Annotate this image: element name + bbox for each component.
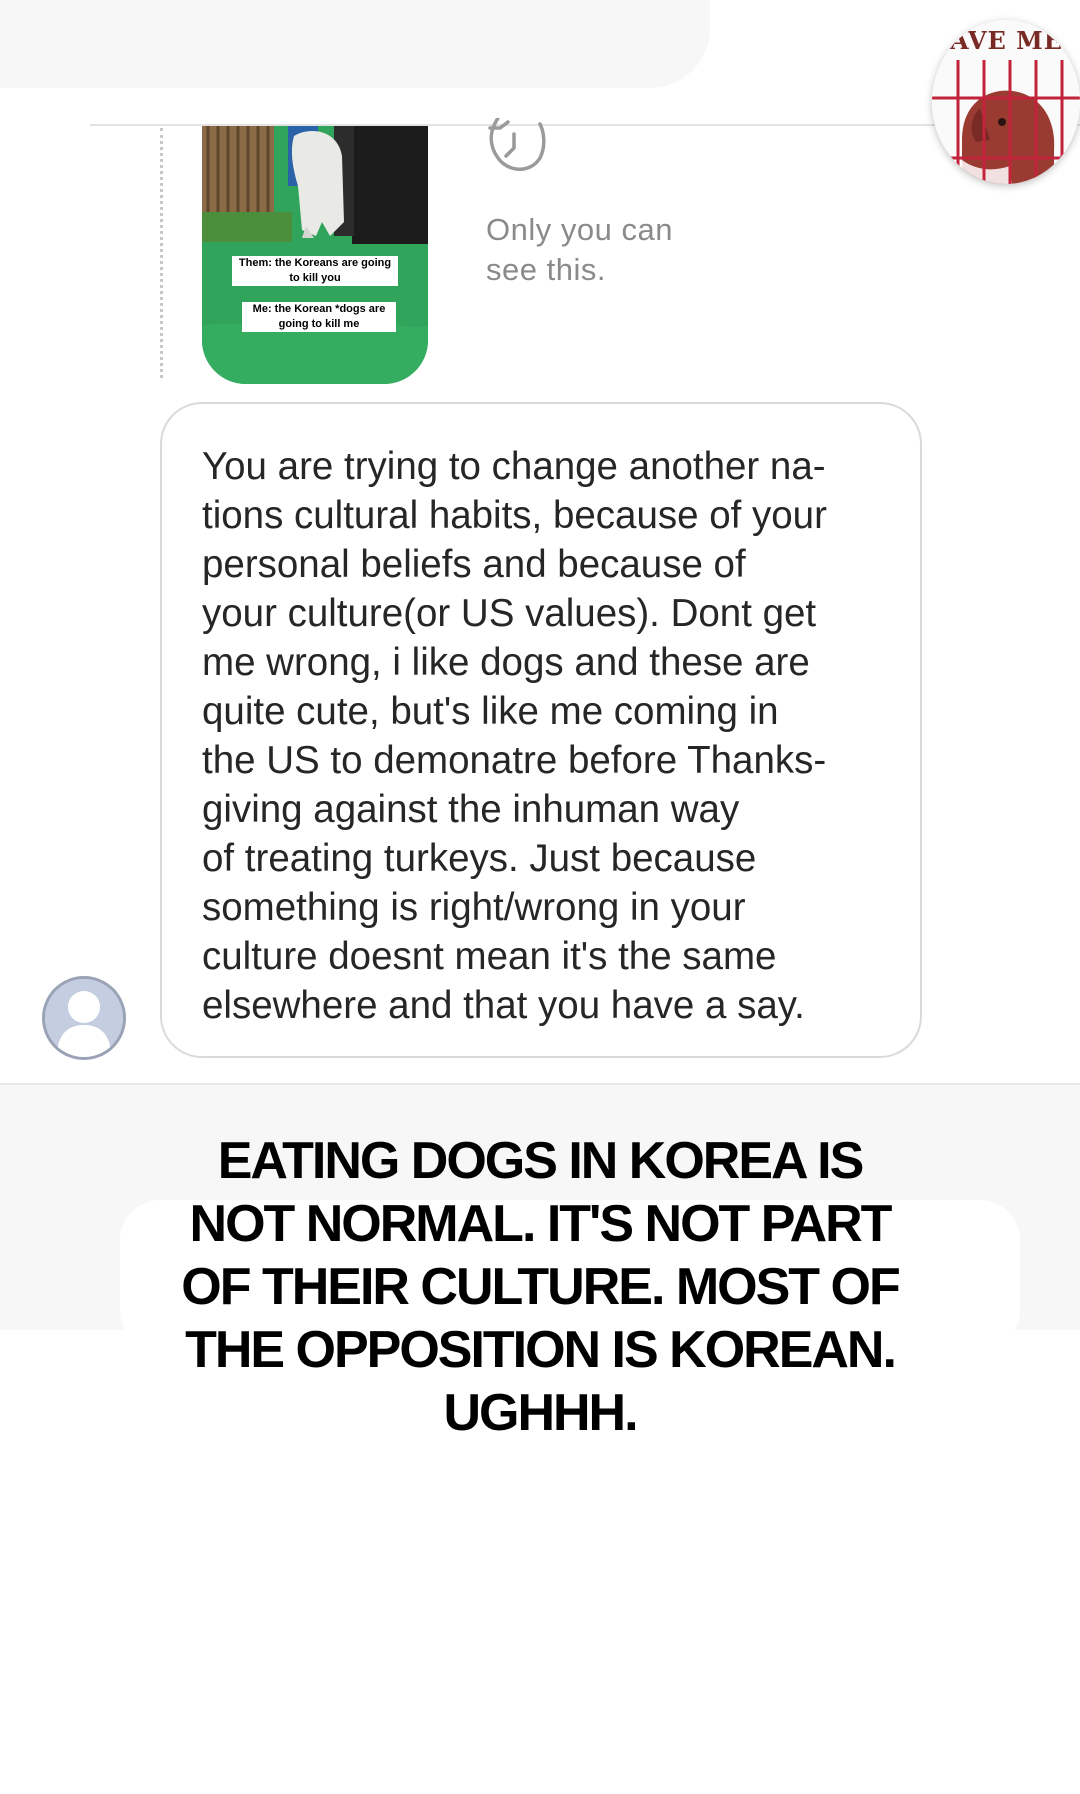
story-caption-top: Them: the Koreans are going to kill you xyxy=(232,256,398,286)
message-text: You are trying to change another na- tio… xyxy=(202,445,827,1027)
message-bubble[interactable]: You are trying to change another na- tio… xyxy=(160,402,922,1058)
story-caption-bottom: Me: the Korean *dogs are going to kill m… xyxy=(242,302,396,332)
reply-arrow-icon[interactable] xyxy=(484,118,546,174)
story-thumbnail[interactable]: Them: the Koreans are going to kill you … xyxy=(202,126,428,384)
default-user-avatar-icon xyxy=(45,979,123,1057)
overlay-caption: EATING DOGS IN KOREA IS NOT NORMAL. IT'S… xyxy=(181,1132,900,1442)
thread-connector-line xyxy=(160,128,163,378)
only-you-notice: Only you can see this. xyxy=(486,212,673,287)
save-me-sticker: AVE ME xyxy=(932,20,1080,184)
sender-avatar[interactable] xyxy=(42,976,126,1060)
sticker-label: AVE ME xyxy=(950,26,1064,55)
top-blur-area xyxy=(0,0,710,88)
story-photo xyxy=(202,126,428,384)
